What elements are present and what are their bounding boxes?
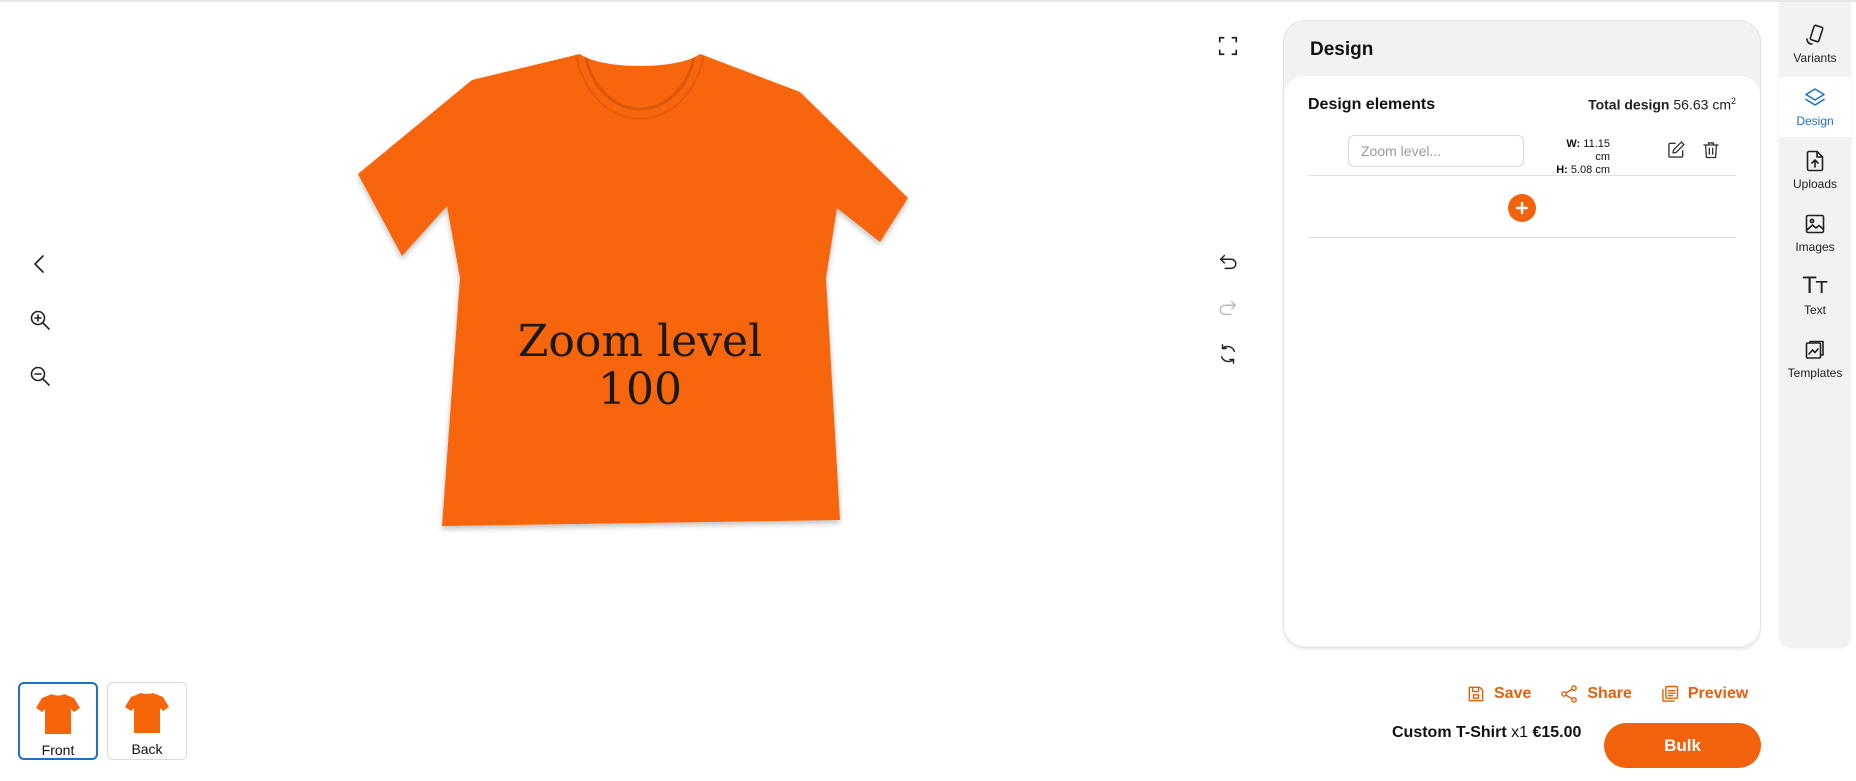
pdf-preview-icon <box>1662 685 1679 702</box>
rotate-icon <box>1220 344 1236 364</box>
fullscreen-icon <box>1218 36 1238 56</box>
share-label: Share <box>1587 685 1632 702</box>
edit-icon <box>1668 141 1685 158</box>
redo-icon <box>1219 300 1237 316</box>
panel-title: Design <box>1310 39 1374 60</box>
chevron-left-icon <box>34 255 44 273</box>
view-back-thumbnail[interactable]: Back <box>107 682 187 760</box>
delete-element-button[interactable] <box>1699 138 1723 162</box>
preview-button[interactable]: Preview <box>1660 684 1748 704</box>
product-name: Custom T-Shirt <box>1392 724 1507 741</box>
phone-rotate-icon <box>1806 24 1824 45</box>
design-elements-header: Design elements <box>1308 96 1436 113</box>
total-design-value: 56.63 cm <box>1673 96 1731 113</box>
redo-button[interactable] <box>1212 292 1244 324</box>
sidebar-item-design[interactable]: Design <box>1779 77 1851 137</box>
design-elements-card: Design elements Total design 56.63 cm2 W… <box>1284 76 1760 646</box>
zoom-out-button[interactable] <box>24 360 56 392</box>
undo-button[interactable] <box>1212 246 1244 278</box>
design-text-line1: Zoom level <box>517 316 763 367</box>
zoom-in-button[interactable] <box>24 304 56 336</box>
image-icon <box>1805 214 1825 234</box>
product-quantity: x1 <box>1511 724 1529 741</box>
width-value: 11.15 cm <box>1583 138 1610 163</box>
layers-icon <box>1805 88 1825 106</box>
add-element-row <box>1308 176 1736 238</box>
rotate-button[interactable] <box>1212 338 1244 370</box>
sidebar-label-images: Images <box>1795 240 1835 254</box>
view-front-label: Front <box>41 742 75 758</box>
bulk-button[interactable]: Bulk <box>1604 723 1761 768</box>
sidebar-label-variants: Variants <box>1793 51 1837 65</box>
design-panel: Design Design elements Total design 56.6… <box>1283 20 1761 648</box>
total-design-unit-exponent: 2 <box>1730 96 1736 106</box>
zoom-in-icon <box>30 310 50 330</box>
canvas-history-toolbar <box>1212 246 1244 370</box>
left-toolbar <box>24 248 56 392</box>
total-design-label: Total design <box>1588 96 1670 113</box>
sidebar-item-uploads[interactable]: Uploads <box>1779 140 1851 200</box>
design-text-line2: 100 <box>598 364 682 415</box>
height-label: H: <box>1556 164 1568 176</box>
sidebar-label-design: Design <box>1796 114 1834 128</box>
sidebar-item-templates[interactable]: Templates <box>1779 329 1851 389</box>
design-actions: Save Share Preview <box>1466 684 1748 704</box>
tshirt-front-thumb-icon <box>36 694 80 734</box>
sidebar-item-text[interactable]: Tт Text <box>1779 266 1851 326</box>
share-button[interactable]: Share <box>1559 684 1632 704</box>
trash-icon <box>1703 142 1719 159</box>
zoom-out-icon <box>30 366 50 386</box>
tools-sidebar: Variants Design Uploads Images Tт Text T… <box>1779 2 1851 646</box>
sidebar-item-images[interactable]: Images <box>1779 203 1851 263</box>
add-element-button[interactable] <box>1508 194 1536 222</box>
text-icon: Tт <box>1802 274 1828 299</box>
share-icon <box>1561 685 1578 703</box>
sidebar-label-templates: Templates <box>1787 366 1843 380</box>
save-button[interactable]: Save <box>1466 684 1531 704</box>
design-text-element[interactable]: Zoom level 100 <box>340 318 940 414</box>
edit-element-button[interactable] <box>1664 138 1688 162</box>
top-divider <box>0 0 1856 2</box>
product-price: €15.00 <box>1532 724 1582 741</box>
save-icon <box>1468 686 1484 702</box>
sidebar-item-variants[interactable]: Variants <box>1779 14 1851 74</box>
sidebar-label-text: Text <box>1803 303 1826 317</box>
save-label: Save <box>1494 685 1532 702</box>
view-front-thumbnail[interactable]: Front <box>18 682 98 760</box>
back-button[interactable] <box>24 248 56 280</box>
templates-icon <box>1805 340 1824 359</box>
design-canvas[interactable]: Zoom level 100 <box>340 40 940 640</box>
height-value: 5.08 cm <box>1570 164 1610 176</box>
element-dimensions: W: 11.15 cm H: 5.08 cm <box>1554 138 1610 177</box>
design-element-row: W: 11.15 cm H: 5.08 cm <box>1308 122 1736 176</box>
width-label: W: <box>1566 138 1581 150</box>
element-text-input[interactable] <box>1348 135 1524 167</box>
undo-icon <box>1219 254 1237 270</box>
tshirt-back-thumb-icon <box>125 693 169 733</box>
sidebar-label-uploads: Uploads <box>1792 177 1838 191</box>
plus-icon <box>1515 201 1529 215</box>
fullscreen-button[interactable] <box>1212 30 1244 62</box>
order-summary: Custom T-Shirt x1 €15.00 <box>1392 724 1581 742</box>
total-design-area: Total design 56.63 cm2 <box>1588 96 1736 113</box>
preview-label: Preview <box>1687 685 1749 702</box>
upload-file-icon <box>1806 150 1824 172</box>
view-back-label: Back <box>131 741 163 757</box>
